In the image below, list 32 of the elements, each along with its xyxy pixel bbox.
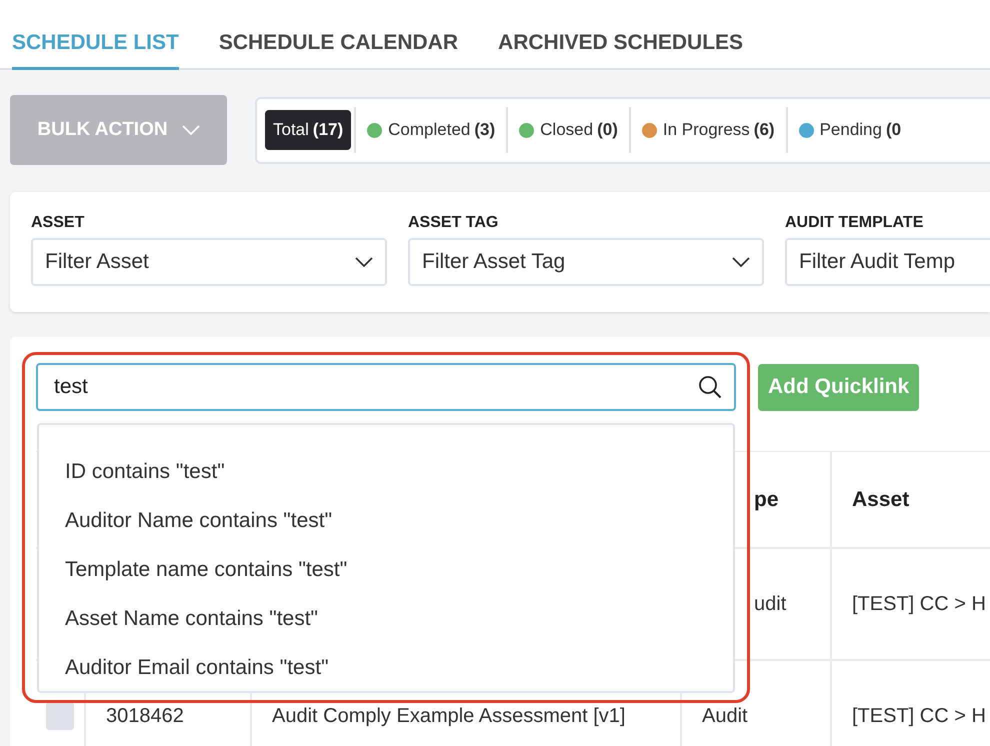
table-cell-text: Audit Comply Example Assessment [v1] [272,704,626,729]
table-cell: [TEST] CC > H [852,592,986,616]
table-cell: [TEST] CC > H [852,704,986,728]
table-cell: udit [754,592,786,616]
status-filter[interactable]: Completed (3) [359,110,504,150]
column-header[interactable]: Asset [852,488,910,512]
filter-dropdown[interactable]: Filter Asset Tag [408,238,764,286]
chevron-down-icon [182,125,200,135]
filter-label: ASSET TAG [408,214,500,232]
suggestion-item[interactable]: Template name contains "test" [39,545,348,594]
tab[interactable]: ARCHIVED SCHEDULES [498,31,744,70]
suggestion-item[interactable]: Auditor Email contains "test" [39,643,329,692]
table-cell: Audit [702,704,748,728]
table-cell: 3018462 [106,704,184,728]
search-field[interactable]: test [36,363,736,411]
status-filter[interactable]: Closed (0) [511,110,626,150]
status-filter[interactable]: Total (17) [265,110,352,150]
suggestion-item[interactable]: Asset Name contains "test" [39,594,318,643]
column-header[interactable]: pe [754,488,779,512]
filter-dropdown[interactable]: Filter Audit Temp [785,238,990,286]
suggestion-item[interactable]: ID contains "test" [39,447,225,496]
chevron-down-icon [732,257,750,267]
search-icon [698,375,722,399]
filter-label: ASSET [31,214,86,232]
row-checkbox[interactable] [46,702,74,730]
status-filter[interactable]: Pending (0 [790,110,910,150]
chevron-down-icon [355,257,373,267]
filter-label: AUDIT TEMPLATE [785,214,924,232]
filter-dropdown[interactable]: Filter Asset [31,238,387,286]
suggestion-item[interactable]: Auditor Name contains "test" [39,496,332,545]
tab[interactable]: SCHEDULE CALENDAR [218,31,458,70]
status-filter[interactable]: In Progress (6) [634,110,783,150]
